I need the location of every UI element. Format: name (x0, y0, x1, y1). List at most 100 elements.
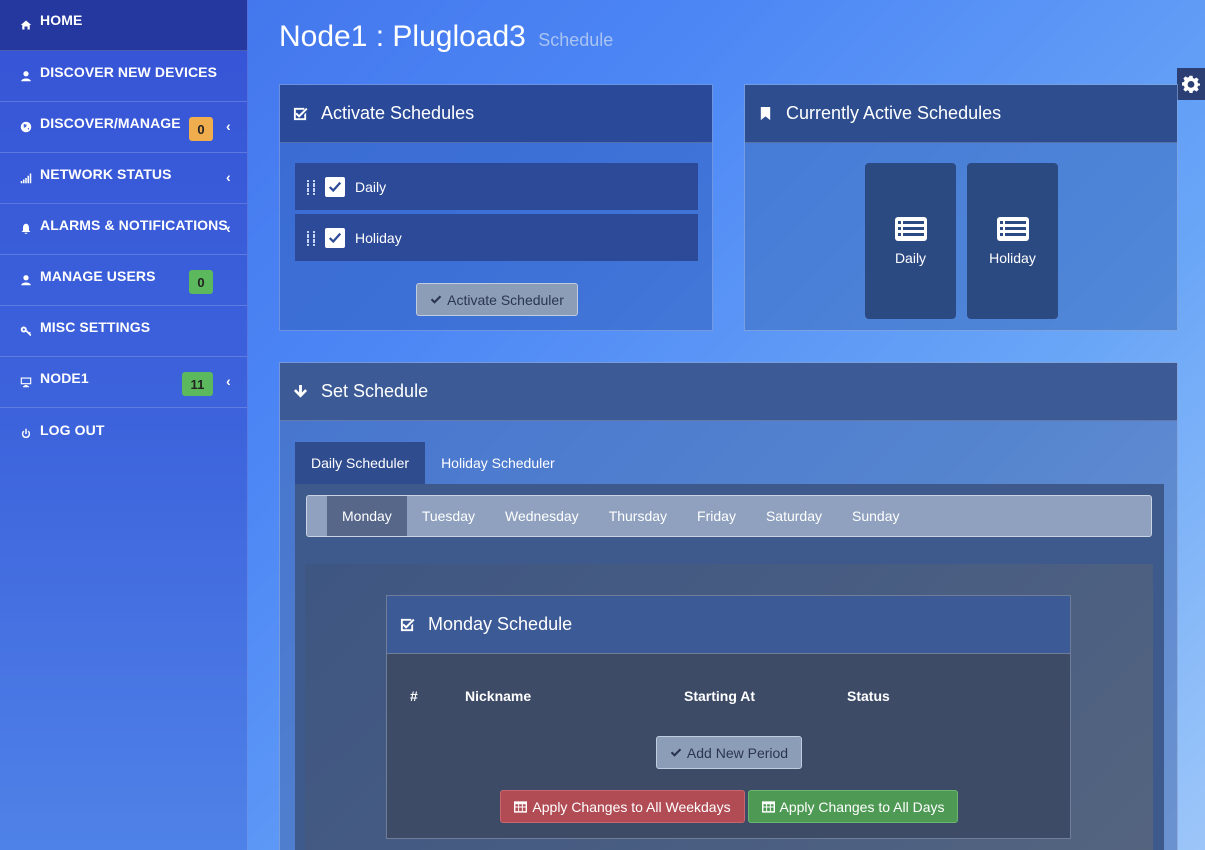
sidebar-item-node1[interactable]: NODE1 11 ‹ (0, 357, 247, 408)
panel-header: Currently Active Schedules (745, 85, 1177, 143)
day-tabs: Monday Tuesday Wednesday Thursday Friday… (306, 495, 1152, 537)
home-icon (18, 17, 34, 33)
check-square-icon (400, 617, 416, 633)
apply-all-days-button[interactable]: Apply Changes to All Days (748, 790, 958, 823)
globe-icon (18, 119, 34, 135)
key-icon (18, 323, 34, 339)
tab-holiday-scheduler[interactable]: Holiday Scheduler (425, 442, 571, 484)
sidebar-item-label: NETWORK STATUS (40, 166, 172, 182)
check-square-icon (293, 106, 309, 122)
tab-thursday[interactable]: Thursday (594, 496, 682, 536)
check-icon (430, 295, 442, 304)
table-icon (514, 800, 528, 813)
sidebar-item-alarms-notifications[interactable]: ALARMS & NOTIFICATIONS ‹ (0, 204, 247, 255)
page-title: Node1 : Plugload3 Schedule (279, 20, 613, 54)
column-header-number: # (410, 688, 418, 704)
user-icon (18, 68, 34, 84)
schedule-checkbox[interactable] (325, 227, 345, 248)
button-label: Add New Period (686, 744, 789, 761)
tab-daily-scheduler[interactable]: Daily Scheduler (295, 442, 426, 484)
bell-icon (18, 221, 34, 237)
count-badge: 11 (182, 372, 213, 396)
active-schedule-tile-holiday[interactable]: Holiday (967, 163, 1058, 319)
page-subtitle: Schedule (538, 30, 614, 50)
scheduler-tabs: Daily Scheduler Holiday Scheduler (295, 442, 571, 484)
monitor-icon (18, 374, 34, 390)
chevron-left-icon: ‹ (226, 373, 231, 389)
tab-saturday[interactable]: Saturday (751, 496, 837, 536)
day-schedule-area: Monday Schedule # Nickname Starting At S… (305, 564, 1153, 850)
drag-handle-icon[interactable] (307, 231, 315, 244)
list-icon (996, 217, 1029, 241)
user-icon (18, 272, 34, 288)
sidebar: HOME DISCOVER NEW DEVICES DISCOVER/MANAG… (0, 0, 248, 850)
checkmark-icon (328, 232, 342, 243)
panel-header: Monday Schedule (387, 596, 1070, 654)
tab-wednesday[interactable]: Wednesday (490, 496, 594, 536)
tile-label: Holiday (989, 250, 1036, 266)
tab-tuesday[interactable]: Tuesday (407, 496, 490, 536)
signal-icon (18, 170, 34, 186)
sidebar-item-label: ALARMS & NOTIFICATIONS (40, 217, 228, 233)
checkmark-icon (328, 181, 342, 192)
panel-title: Set Schedule (321, 381, 429, 401)
gear-icon (1182, 75, 1200, 93)
sidebar-item-misc-settings[interactable]: MISC SETTINGS (0, 306, 247, 357)
sidebar-item-discover-manage[interactable]: DISCOVER/MANAGE 0 ‹ (0, 102, 247, 153)
tab-sunday[interactable]: Sunday (837, 496, 914, 536)
column-header-status: Status (847, 688, 890, 704)
panel-title: Currently Active Schedules (786, 103, 1002, 123)
arrow-down-icon (293, 384, 309, 400)
list-icon (894, 217, 927, 241)
sidebar-item-label: MISC SETTINGS (40, 319, 151, 335)
button-label: Apply Changes to All Days (779, 798, 945, 815)
tab-friday[interactable]: Friday (682, 496, 751, 536)
set-schedule-panel: Set Schedule Daily Scheduler Holiday Sch… (279, 362, 1178, 850)
apply-all-weekdays-button[interactable]: Apply Changes to All Weekdays (500, 790, 745, 823)
chevron-left-icon: ‹ (226, 118, 231, 134)
sidebar-item-manage-users[interactable]: MANAGE USERS 0 (0, 255, 247, 306)
add-new-period-button[interactable]: Add New Period (656, 736, 802, 769)
schedule-row-holiday[interactable]: Holiday (295, 214, 698, 261)
check-icon (670, 748, 682, 757)
page-title-text: Node1 : Plugload3 (279, 20, 526, 53)
drag-handle-icon[interactable] (307, 180, 315, 193)
activate-schedules-panel: Activate Schedules Daily Holiday Activat… (279, 84, 713, 331)
active-schedule-tile-daily[interactable]: Daily (865, 163, 956, 319)
chevron-left-icon: ‹ (226, 169, 231, 185)
panel-title: Monday Schedule (428, 614, 573, 634)
sidebar-item-label: DISCOVER/MANAGE (40, 115, 181, 131)
activate-scheduler-button[interactable]: Activate Scheduler (416, 283, 578, 316)
sidebar-item-log-out[interactable]: LOG OUT (0, 408, 247, 459)
sidebar-item-label: HOME (40, 12, 83, 28)
panel-header: Set Schedule (280, 363, 1177, 421)
chevron-left-icon: ‹ (226, 220, 231, 236)
schedule-label: Holiday (355, 229, 402, 246)
count-badge: 0 (189, 270, 213, 294)
sidebar-item-label: MANAGE USERS (40, 268, 156, 284)
settings-toggle[interactable] (1177, 68, 1205, 100)
button-label: Activate Scheduler (447, 291, 564, 308)
sidebar-item-discover-new-devices[interactable]: DISCOVER NEW DEVICES (0, 51, 247, 102)
sidebar-item-home[interactable]: HOME (0, 0, 247, 51)
table-icon (761, 800, 775, 813)
tab-monday[interactable]: Monday (327, 496, 407, 536)
bookmark-icon (758, 106, 774, 122)
power-icon (18, 426, 34, 442)
monday-schedule-panel: Monday Schedule # Nickname Starting At S… (386, 595, 1071, 839)
schedule-label: Daily (355, 178, 387, 195)
sidebar-item-network-status[interactable]: NETWORK STATUS ‹ (0, 153, 247, 204)
currently-active-schedules-panel: Currently Active Schedules Daily Holiday (744, 84, 1178, 331)
tab-content: Monday Tuesday Wednesday Thursday Friday… (295, 484, 1164, 850)
schedule-checkbox[interactable] (325, 176, 345, 197)
sidebar-item-label: LOG OUT (40, 421, 105, 438)
tile-label: Daily (894, 250, 927, 266)
panel-header: Activate Schedules (280, 85, 712, 143)
panel-title: Activate Schedules (321, 103, 475, 123)
sidebar-item-label: DISCOVER NEW DEVICES (40, 64, 218, 80)
button-label: Apply Changes to All Weekdays (532, 798, 731, 815)
column-header-starting-at: Starting At (684, 688, 756, 704)
count-badge: 0 (189, 117, 213, 141)
sidebar-item-label: NODE1 (40, 370, 89, 386)
schedule-row-daily[interactable]: Daily (295, 163, 698, 210)
